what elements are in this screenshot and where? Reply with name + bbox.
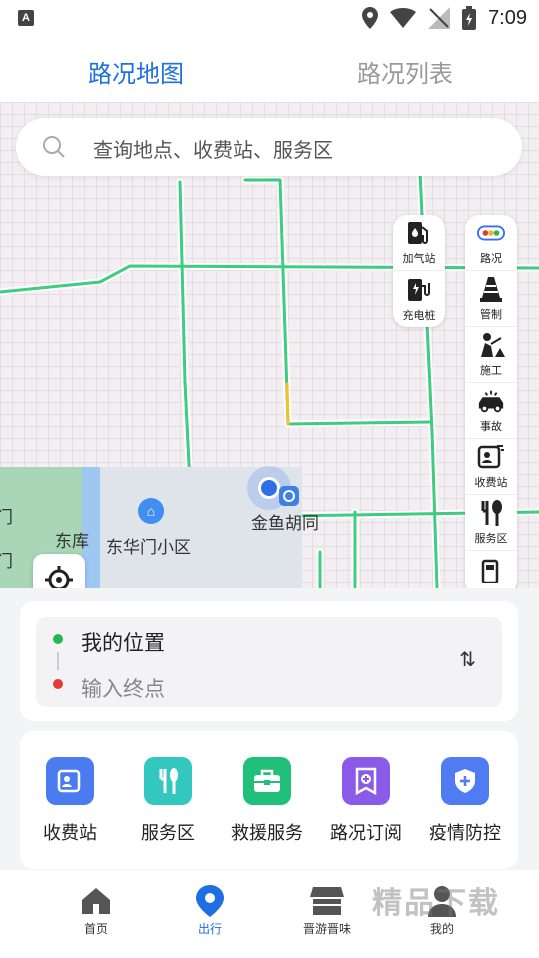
watermark: 精品下载 bbox=[372, 887, 500, 920]
layer-label: 加气站 bbox=[402, 253, 436, 265]
tab-traffic-map[interactable]: 路况地图 bbox=[88, 54, 184, 89]
fuel-panel: 加气站 充电桩 bbox=[393, 215, 445, 327]
services-card: 收费站 服务区 救援服务 路况订阅 疫情防控 bbox=[20, 731, 518, 869]
locate-button[interactable] bbox=[33, 554, 85, 588]
status-bar: A 7:09 bbox=[0, 0, 539, 38]
wifi-icon bbox=[390, 8, 417, 28]
route-connector bbox=[57, 652, 59, 670]
service-rescue[interactable]: 救援服务 bbox=[222, 757, 312, 845]
nav-label: 首页 bbox=[83, 922, 108, 936]
layer-traffic[interactable]: 路况 bbox=[465, 215, 517, 271]
nav-home[interactable]: 首页 bbox=[56, 884, 136, 937]
origin-dot-icon bbox=[53, 634, 63, 644]
layer-gas-station[interactable]: 加气站 bbox=[393, 215, 445, 271]
destination-dot-icon bbox=[53, 679, 63, 689]
layer-construction[interactable]: 施工 bbox=[465, 327, 517, 383]
home-icon bbox=[82, 888, 110, 914]
map-label-edge1: 门 bbox=[0, 508, 13, 527]
poi-marker-icon[interactable]: ⌂ bbox=[138, 498, 164, 524]
subscribe-icon bbox=[342, 757, 390, 805]
accident-icon bbox=[477, 387, 505, 415]
layer-more[interactable] bbox=[465, 551, 517, 588]
toll-icon bbox=[46, 757, 94, 805]
charging-pile-icon bbox=[477, 557, 505, 585]
layer-panel: 路况 管制 施工 事故 收费站 服务区 bbox=[465, 215, 517, 588]
layer-label: 施工 bbox=[480, 365, 502, 377]
cone-icon bbox=[477, 275, 505, 303]
layer-label: 收费站 bbox=[474, 477, 508, 489]
search-icon bbox=[43, 136, 65, 158]
service-label: 服务区 bbox=[141, 823, 195, 843]
map-label-jinyu: 金鱼胡同 bbox=[251, 514, 319, 533]
service-area-icon bbox=[144, 757, 192, 805]
clock: 7:09 bbox=[488, 6, 527, 29]
charging-pile-icon bbox=[405, 276, 433, 304]
notification-icon: A bbox=[18, 10, 34, 26]
layer-service-area[interactable]: 服务区 bbox=[465, 495, 517, 551]
search-input[interactable]: 查询地点、收费站、服务区 bbox=[93, 134, 333, 163]
map-label-donghuamen: 东华门小区 bbox=[106, 538, 191, 557]
layer-label: 服务区 bbox=[474, 533, 508, 545]
layer-toll[interactable]: 收费站 bbox=[465, 439, 517, 495]
gas-station-icon bbox=[405, 219, 433, 247]
nav-tourism[interactable]: 晋游晋味 bbox=[287, 884, 367, 937]
battery-icon bbox=[462, 6, 477, 30]
location-pin-icon bbox=[196, 885, 224, 917]
service-epidemic[interactable]: 疫情防控 bbox=[420, 757, 510, 845]
map-label-dongku: 东库 bbox=[55, 532, 89, 551]
location-icon bbox=[362, 7, 379, 29]
destination-field[interactable]: 输入终点 bbox=[81, 673, 165, 703]
service-toll[interactable]: 收费站 bbox=[25, 757, 115, 845]
swap-route-button[interactable]: ⇅ bbox=[459, 647, 476, 672]
shield-icon bbox=[441, 757, 489, 805]
nav-label: 晋游晋味 bbox=[302, 922, 351, 936]
service-subscribe[interactable]: 路况订阅 bbox=[321, 757, 411, 845]
layer-charging-pile[interactable]: 充电桩 bbox=[393, 271, 445, 327]
service-service-area[interactable]: 服务区 bbox=[123, 757, 213, 845]
service-label: 收费站 bbox=[43, 823, 97, 843]
top-tabs: 路况地图 路况列表 bbox=[0, 38, 539, 102]
shop-icon bbox=[310, 887, 344, 915]
origin-field[interactable]: 我的位置 bbox=[81, 627, 165, 657]
service-area-icon bbox=[477, 499, 505, 527]
service-label: 救援服务 bbox=[231, 823, 303, 843]
traffic-icon bbox=[477, 219, 505, 247]
search-bar[interactable]: 查询地点、收费站、服务区 bbox=[16, 118, 522, 176]
traffic-map[interactable]: 门 门 东库 东华门小区 金鱼胡同 ⌂ 查询地点、收费站、服务区 加气站 充电桩 bbox=[0, 102, 539, 588]
route-input-box: 我的位置 输入终点 ⇅ bbox=[36, 617, 502, 707]
layer-label: 路况 bbox=[480, 253, 502, 265]
layer-label: 充电桩 bbox=[402, 310, 436, 322]
tab-traffic-list[interactable]: 路况列表 bbox=[357, 54, 453, 89]
nav-label: 我的 bbox=[429, 922, 454, 936]
status-icons: 7:09 bbox=[362, 6, 527, 30]
layer-control[interactable]: 管制 bbox=[465, 271, 517, 327]
service-label: 路况订阅 bbox=[330, 823, 402, 843]
crosshair-icon bbox=[45, 566, 73, 588]
service-label: 疫情防控 bbox=[429, 823, 501, 843]
nav-label: 出行 bbox=[197, 922, 222, 936]
layer-accident[interactable]: 事故 bbox=[465, 383, 517, 439]
layer-label: 管制 bbox=[480, 309, 502, 321]
layer-label: 事故 bbox=[480, 421, 502, 433]
construction-icon bbox=[477, 331, 505, 359]
nav-travel[interactable]: 出行 bbox=[170, 884, 250, 937]
map-label-edge2: 门 bbox=[0, 552, 13, 571]
no-signal-icon bbox=[428, 7, 451, 29]
bus-stop-icon bbox=[279, 486, 299, 506]
rescue-kit-icon bbox=[243, 757, 291, 805]
route-card: 我的位置 输入终点 ⇅ bbox=[20, 601, 518, 721]
toll-icon bbox=[477, 443, 505, 471]
